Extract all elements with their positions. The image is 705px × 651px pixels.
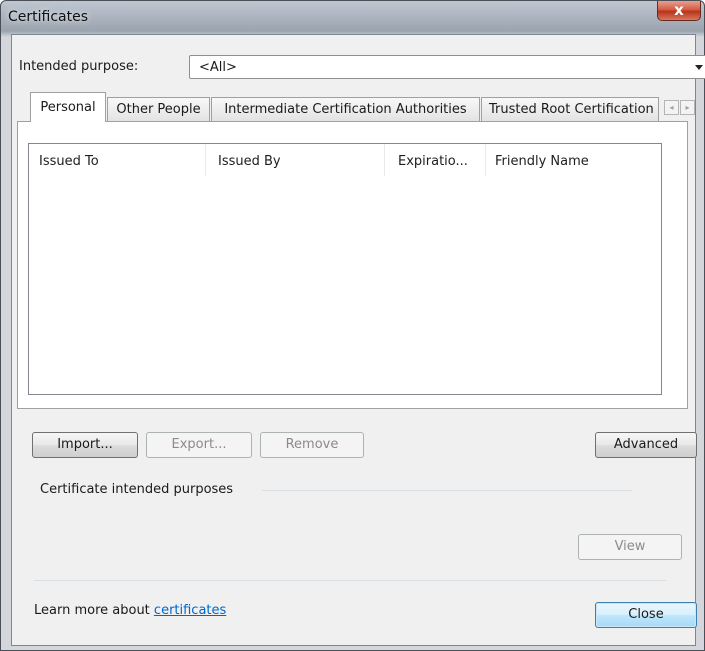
column-header-expiration[interactable]: Expiratio... <box>398 154 468 169</box>
intended-purpose-label: Intended purpose: <box>19 59 139 74</box>
title-bar[interactable]: Certificates x <box>1 1 704 31</box>
tab-trusted-root-certification-authorities[interactable]: Trusted Root Certification Authorities <box>481 97 659 121</box>
certificate-intended-purposes-label: Certificate intended purposes <box>40 482 234 497</box>
certificates-link[interactable]: certificates <box>154 603 226 618</box>
intended-purpose-value: <All> <box>199 60 237 75</box>
tab-strip: Personal Other People Intermediate Certi… <box>27 92 697 122</box>
column-header-friendly-name[interactable]: Friendly Name <box>495 154 589 169</box>
remove-button[interactable]: Remove <box>260 432 364 458</box>
column-separator[interactable] <box>384 144 385 176</box>
import-button[interactable]: Import... <box>32 432 138 458</box>
tab-page-personal: Issued To Issued By Expiratio... Friendl… <box>17 121 688 409</box>
list-header: Issued To Issued By Expiratio... Friendl… <box>29 144 661 176</box>
close-button[interactable]: Close <box>595 602 697 628</box>
dialog-body: Intended purpose: <All> Personal Other P… <box>11 34 705 646</box>
export-button[interactable]: Export... <box>146 432 252 458</box>
group-divider <box>262 490 632 491</box>
learn-more-text: Learn more about certificates <box>34 603 226 618</box>
tab-scroll-left-icon[interactable]: ◂ <box>664 100 679 115</box>
close-icon[interactable]: x <box>657 1 701 21</box>
certificate-list[interactable]: Issued To Issued By Expiratio... Friendl… <box>28 143 662 395</box>
dropdown-arrow-icon[interactable] <box>695 65 703 70</box>
column-header-issued-to[interactable]: Issued To <box>39 154 99 169</box>
column-header-issued-by[interactable]: Issued By <box>218 154 281 169</box>
column-separator[interactable] <box>205 144 206 176</box>
intended-purpose-dropdown[interactable]: <All> <box>189 55 705 79</box>
footer-divider <box>34 580 666 581</box>
learn-more-prefix: Learn more about <box>34 603 150 618</box>
advanced-button[interactable]: Advanced <box>595 432 697 458</box>
tab-intermediate-certification-authorities[interactable]: Intermediate Certification Authorities <box>211 97 480 121</box>
certificates-dialog: Certificates x Intended purpose: <All> P… <box>0 0 705 651</box>
tab-scroll-right-icon[interactable]: ▸ <box>680 100 695 115</box>
view-button[interactable]: View <box>578 534 682 560</box>
window-title: Certificates <box>8 9 89 25</box>
column-separator[interactable] <box>485 144 486 176</box>
tab-personal[interactable]: Personal <box>30 92 106 122</box>
tab-other-people[interactable]: Other People <box>107 97 210 121</box>
